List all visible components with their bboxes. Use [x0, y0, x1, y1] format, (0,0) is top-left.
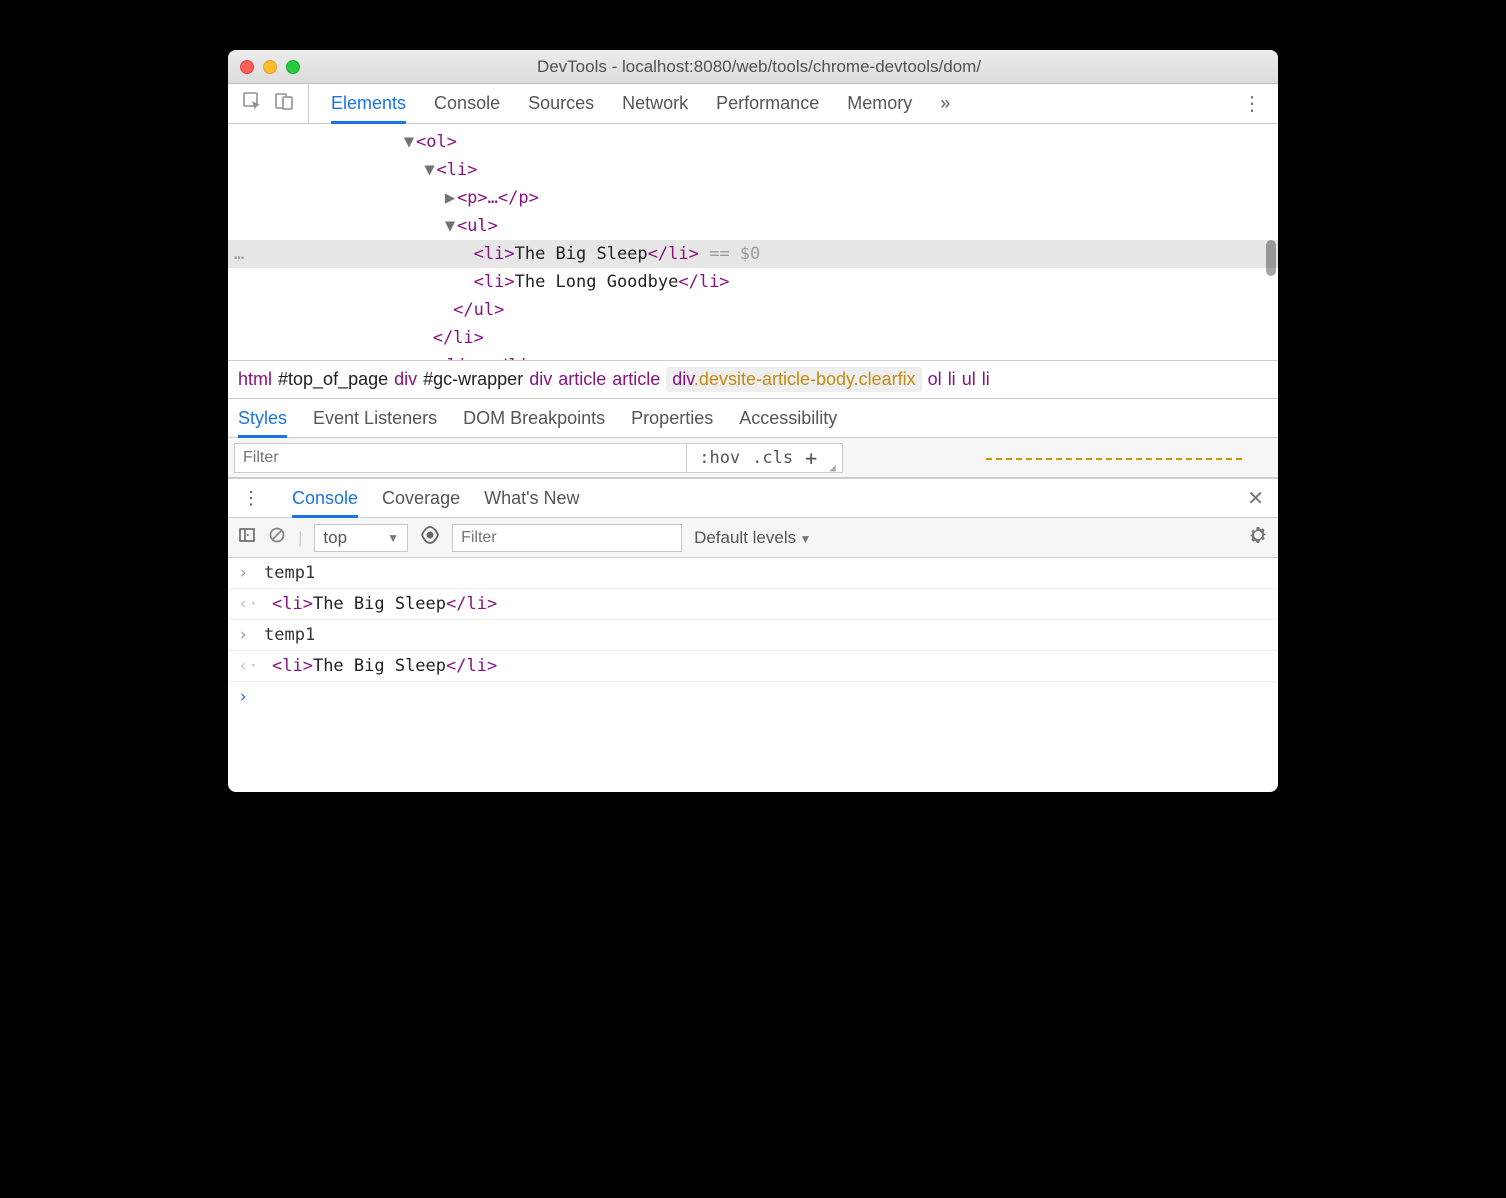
- console-output-row[interactable]: ‹·<li>The Big Sleep</li>: [228, 589, 1278, 620]
- log-level-selector[interactable]: Default levels: [694, 528, 811, 548]
- crumb-article2[interactable]: article: [612, 369, 660, 390]
- elements-tree[interactable]: ▼<ol> ▼<li> ▶<p>…</p> ▼<ul> … <li>The Bi…: [228, 124, 1278, 360]
- styles-tabs: Styles Event Listeners DOM Breakpoints P…: [228, 398, 1278, 438]
- titlebar: DevTools - localhost:8080/web/tools/chro…: [228, 50, 1278, 84]
- crumb-li2[interactable]: li: [982, 369, 990, 390]
- pane-properties[interactable]: Properties: [631, 399, 713, 437]
- scrollbar-thumb[interactable]: [1266, 240, 1276, 276]
- console-prompt[interactable]: ›: [228, 682, 1278, 712]
- dom-node-li2[interactable]: <li>The Long Goodbye</li>: [228, 268, 1278, 296]
- drawer-tab-whatsnew[interactable]: What's New: [484, 479, 579, 517]
- main-toolbar: Elements Console Sources Network Perform…: [228, 84, 1278, 124]
- main-tabs: Elements Console Sources Network Perform…: [309, 84, 1226, 123]
- minimize-window-button[interactable]: [263, 60, 277, 74]
- dom-li3[interactable]: <li>…</li>: [436, 356, 538, 360]
- dom-ul-close[interactable]: </ul>: [453, 300, 504, 320]
- dom-li-open[interactable]: <li>: [436, 160, 477, 180]
- tab-performance[interactable]: Performance: [716, 84, 819, 123]
- window-title: DevTools - localhost:8080/web/tools/chro…: [300, 57, 1218, 77]
- dom-p[interactable]: <p>…</p>: [457, 188, 539, 208]
- tab-sources[interactable]: Sources: [528, 84, 594, 123]
- hov-toggle[interactable]: :hov: [699, 448, 740, 468]
- console-sidebar-toggle-icon[interactable]: [238, 526, 256, 549]
- crumb-div1[interactable]: div: [394, 369, 417, 390]
- drawer-tabs: ⋮ Console Coverage What's New ✕: [228, 478, 1278, 518]
- pane-styles[interactable]: Styles: [238, 399, 287, 437]
- tab-memory[interactable]: Memory: [847, 84, 912, 123]
- console-input-text: temp1: [264, 625, 315, 645]
- zoom-window-button[interactable]: [286, 60, 300, 74]
- devtools-window: DevTools - localhost:8080/web/tools/chro…: [228, 50, 1278, 792]
- console-filter-input[interactable]: [452, 524, 682, 552]
- close-drawer-icon[interactable]: ✕: [1239, 486, 1272, 511]
- pane-dom-breakpoints[interactable]: DOM Breakpoints: [463, 399, 605, 437]
- dom-ol-open[interactable]: <ol>: [416, 132, 457, 152]
- pane-event-listeners[interactable]: Event Listeners: [313, 399, 437, 437]
- dom-li-close[interactable]: </li>: [433, 328, 484, 348]
- new-style-rule-icon[interactable]: +: [805, 446, 817, 470]
- dom-ul-open[interactable]: <ul>: [457, 216, 498, 236]
- tab-elements[interactable]: Elements: [331, 84, 406, 123]
- drawer-tab-coverage[interactable]: Coverage: [382, 479, 460, 517]
- crumb-gc[interactable]: #gc-wrapper: [423, 369, 523, 390]
- close-window-button[interactable]: [240, 60, 254, 74]
- console-input-row[interactable]: ›temp1: [228, 558, 1278, 589]
- crumb-top[interactable]: #top_of_page: [278, 369, 388, 390]
- console-settings-icon[interactable]: [1248, 525, 1268, 550]
- drawer-tab-console[interactable]: Console: [292, 479, 358, 517]
- traffic-lights: [240, 60, 300, 74]
- console-toolbar: | top Default levels: [228, 518, 1278, 558]
- resize-handle-icon[interactable]: ◢: [829, 461, 836, 474]
- crumb-div2[interactable]: div: [529, 369, 552, 390]
- console-output-row[interactable]: ‹·<li>The Big Sleep</li>: [228, 651, 1278, 682]
- context-selector[interactable]: top: [314, 524, 408, 552]
- clear-console-icon[interactable]: [268, 526, 286, 549]
- crumb-ol[interactable]: ol: [928, 369, 942, 390]
- inspect-element-icon[interactable]: [242, 91, 262, 116]
- live-expression-icon[interactable]: [420, 525, 440, 550]
- console-input-text: temp1: [264, 563, 315, 583]
- settings-menu-icon[interactable]: ⋮: [1226, 91, 1278, 116]
- box-model-fragment: [986, 458, 1242, 460]
- tab-console[interactable]: Console: [434, 84, 500, 123]
- crumb-ul[interactable]: ul: [962, 369, 976, 390]
- console-output[interactable]: ›temp1 ‹·<li>The Big Sleep</li> ›temp1 ‹…: [228, 558, 1278, 792]
- tab-network[interactable]: Network: [622, 84, 688, 123]
- drawer-menu-icon[interactable]: ⋮: [234, 488, 268, 509]
- pane-accessibility[interactable]: Accessibility: [739, 399, 837, 437]
- crumb-html[interactable]: html: [238, 369, 272, 390]
- device-toolbar-icon[interactable]: [274, 91, 294, 116]
- crumb-li1[interactable]: li: [948, 369, 956, 390]
- dom-selected-node[interactable]: … <li>The Big Sleep</li> == $0: [228, 240, 1278, 268]
- styles-filterbar: :hov .cls + ◢: [228, 438, 1278, 478]
- crumb-article1[interactable]: article: [558, 369, 606, 390]
- breadcrumb[interactable]: html #top_of_page div #gc-wrapper div ar…: [228, 360, 1278, 398]
- styles-filter-input[interactable]: [234, 443, 687, 473]
- cls-toggle[interactable]: .cls: [752, 448, 793, 468]
- more-tabs-icon[interactable]: »: [940, 93, 950, 114]
- crumb-selected[interactable]: div.devsite-article-body.clearfix: [666, 367, 921, 392]
- console-input-row[interactable]: ›temp1: [228, 620, 1278, 651]
